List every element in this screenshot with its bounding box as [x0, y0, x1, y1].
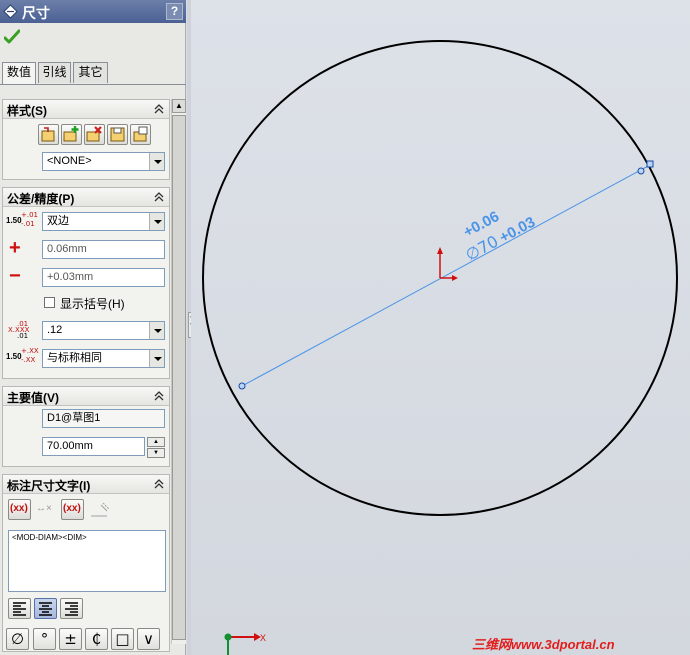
x-axis-label: X: [260, 633, 266, 643]
align-center-icon: [39, 602, 52, 616]
style-group: 样式(S) <NONE>: [2, 99, 170, 180]
scroll-up-arrow-icon[interactable]: ▲: [172, 99, 186, 113]
save-style-button[interactable]: [107, 124, 128, 145]
dimension-text-header[interactable]: 标注尺寸文字(I): [3, 475, 169, 494]
graphics-area[interactable]: +0.06 ∅70 +0.03 X 三维网www.3dportal.cn: [191, 0, 690, 655]
dimension-text[interactable]: +0.06 ∅70 +0.03: [453, 194, 538, 265]
diameter-dimension-line[interactable]: [241, 164, 651, 387]
collapse-chevron-icon[interactable]: [153, 477, 165, 491]
square-symbol-button[interactable]: □: [111, 628, 134, 650]
save-style-icon: [110, 127, 125, 142]
tab-value[interactable]: 数值: [2, 62, 36, 84]
add-style-button[interactable]: [61, 124, 82, 145]
tab-leader[interactable]: 引线: [38, 62, 71, 83]
tolerance-type-icon: 1.50 +.01 -.01: [6, 211, 38, 228]
sketch-drawing[interactable]: +0.06 ∅70 +0.03 X: [191, 0, 690, 655]
collapse-chevron-icon[interactable]: [153, 190, 165, 204]
panel-scrollbar[interactable]: ▲: [171, 99, 186, 644]
scroll-thumb[interactable]: [172, 115, 186, 640]
dimension-value-input[interactable]: 70.00mm: [42, 437, 145, 456]
primary-value-header[interactable]: 主要值(V): [3, 387, 169, 406]
spin-down-icon[interactable]: ▼: [147, 448, 165, 458]
value-spinner[interactable]: ▲ ▼: [147, 437, 165, 458]
style-select[interactable]: <NONE>: [42, 152, 165, 171]
collapse-chevron-icon[interactable]: [153, 389, 165, 403]
dropdown-arrow-icon[interactable]: [149, 153, 164, 170]
align-right-icon: [65, 602, 78, 616]
delete-style-button[interactable]: [84, 124, 105, 145]
dimension-text-box[interactable]: <MOD-DIAM><DIM>: [8, 530, 166, 592]
align-center-button[interactable]: [34, 598, 57, 619]
tolerance-type-select[interactable]: 双边: [42, 212, 165, 231]
dimension-lower-tolerance[interactable]: +0.03: [497, 214, 538, 247]
default-style-icon: [41, 127, 55, 142]
dimension-upper-tolerance[interactable]: +0.06: [461, 208, 502, 241]
align-right-button[interactable]: [60, 598, 83, 619]
dropdown-arrow-icon[interactable]: [149, 350, 164, 367]
dimension-text-group: 标注尺寸文字(I) (xx) ↔× (xx) <MOD-DIAM><DIM>: [2, 474, 170, 652]
tab-other[interactable]: 其它: [73, 62, 108, 83]
tolerance-group-header[interactable]: 公差/精度(P): [3, 188, 169, 207]
watermark-logo: 三维网www.3dportal.cn: [472, 637, 615, 652]
help-button[interactable]: ?: [166, 3, 183, 20]
dropdown-arrow-icon[interactable]: [149, 213, 164, 230]
show-parentheses-checkbox[interactable]: [44, 297, 55, 308]
align-left-button[interactable]: [8, 598, 31, 619]
circle-point-handle[interactable]: [646, 160, 654, 168]
plus-minus-symbol-button[interactable]: ±: [59, 628, 82, 650]
center-dimension-icon[interactable]: ↔×: [36, 503, 52, 514]
more-symbols-button[interactable]: ∨: [137, 628, 160, 650]
load-style-button[interactable]: [130, 124, 151, 145]
inspection-dimension-button[interactable]: (xx): [61, 499, 84, 520]
tolerance-precision-icon: 1.50 +.XX -.XX: [6, 347, 39, 364]
dimension-name-field[interactable]: D1@草图1: [42, 409, 165, 428]
upper-tolerance-input[interactable]: 0.06mm: [42, 240, 165, 259]
centerline-symbol-button[interactable]: ₵: [85, 628, 108, 650]
tolerance-precision-group: 公差/精度(P) 1.50 +.01 -.01 双边 + 0.06mm − +0…: [2, 187, 170, 379]
degree-symbol-button[interactable]: °: [33, 628, 56, 650]
dimension-icon: [3, 4, 18, 19]
dropdown-arrow-icon[interactable]: [149, 322, 164, 339]
style-group-header[interactable]: 样式(S): [3, 100, 169, 119]
apply-default-style-button[interactable]: [38, 124, 59, 145]
dimension-endpoint-handle[interactable]: [238, 382, 246, 390]
collapse-chevron-icon[interactable]: [153, 102, 165, 116]
offset-text-icon[interactable]: [89, 501, 111, 519]
lower-tolerance-input[interactable]: +0.03mm: [42, 268, 165, 287]
triad-icon: X: [224, 633, 266, 655]
dimension-arrow-handle[interactable]: [637, 167, 645, 175]
unit-precision-icon: .01 X.XXX .01: [8, 320, 30, 340]
add-style-icon: [63, 126, 79, 142]
ok-check-icon[interactable]: [4, 29, 20, 45]
panel-title-bar: 尺寸 ?: [0, 0, 186, 23]
load-style-icon: [133, 126, 148, 142]
property-manager-panel: 尺寸 ? 数值 引线 其它 ▲ 样式(S) <NONE> 公差/精度(P) 1.…: [0, 0, 186, 655]
align-left-icon: [13, 602, 26, 616]
unit-precision-select[interactable]: .12: [42, 321, 165, 340]
show-parentheses-label[interactable]: 显示括号(H): [60, 295, 125, 312]
delete-style-icon: [86, 126, 102, 142]
diameter-symbol-button[interactable]: ∅: [6, 628, 29, 650]
sketch-origin-icon: [437, 247, 458, 281]
panel-title: 尺寸: [22, 5, 50, 21]
minus-icon: −: [9, 265, 21, 287]
add-parentheses-button[interactable]: (xx): [8, 499, 31, 520]
tab-divider: [0, 84, 186, 85]
plus-icon: +: [9, 237, 21, 259]
tolerance-precision-select[interactable]: 与标称相同: [42, 349, 165, 368]
primary-value-group: 主要值(V) D1@草图1 70.00mm ▲ ▼: [2, 386, 170, 467]
spin-up-icon[interactable]: ▲: [147, 437, 165, 447]
